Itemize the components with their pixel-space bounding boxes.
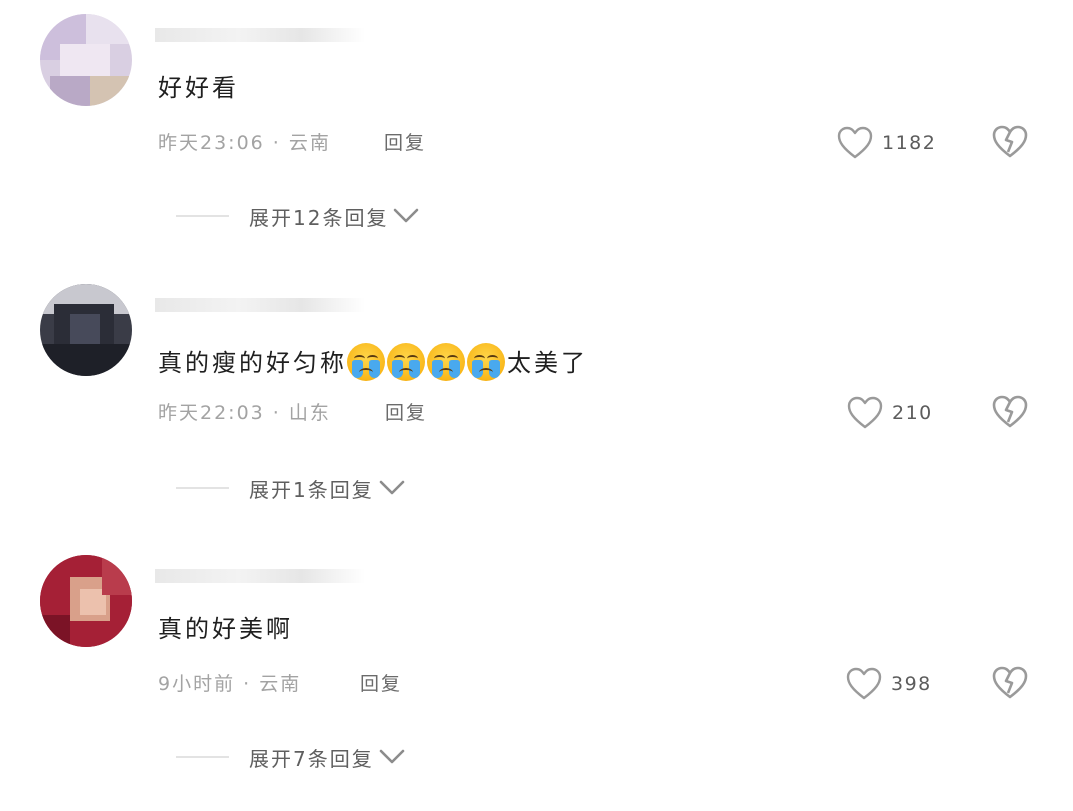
reply-button[interactable]: 回复 <box>360 672 402 696</box>
avatar[interactable] <box>40 555 132 647</box>
loudly-crying-face-icon <box>467 343 505 381</box>
divider <box>176 215 229 217</box>
comment-meta: 9小时前 · 云南 <box>158 673 302 695</box>
chevron-down-icon <box>394 208 419 223</box>
heart-outline-icon <box>837 126 873 159</box>
like-button[interactable]: 1182 <box>837 125 936 161</box>
comment-item: 好好看 昨天23:06 · 云南 回复 1182 展开12条回复 <box>0 0 1073 270</box>
comment-text: 真的好美啊 <box>158 615 293 643</box>
expand-label: 展开12条回复 <box>249 205 389 230</box>
avatar[interactable] <box>40 284 132 376</box>
heart-outline-icon <box>846 667 882 700</box>
username-blur <box>155 298 365 312</box>
loudly-crying-face-icon <box>427 343 465 381</box>
expand-label: 展开7条回复 <box>249 746 374 771</box>
reply-button[interactable]: 回复 <box>385 401 427 425</box>
chevron-down-icon <box>379 749 405 764</box>
comment-text: 好好看 <box>158 74 239 102</box>
username[interactable] <box>155 563 365 585</box>
username-blur <box>155 569 365 583</box>
heart-outline-icon <box>847 396 883 429</box>
like-count: 1182 <box>882 132 937 154</box>
loudly-crying-face-icon <box>387 343 425 381</box>
comment-meta: 昨天23:06 · 云南 <box>158 132 331 154</box>
avatar[interactable] <box>40 14 132 106</box>
chevron-down-icon <box>379 480 405 495</box>
expand-label: 展开1条回复 <box>249 477 374 502</box>
broken-heart-icon[interactable] <box>992 125 1028 159</box>
comment-meta: 昨天22:03 · 山东 <box>158 402 331 424</box>
broken-heart-icon[interactable] <box>992 395 1028 429</box>
like-button[interactable]: 398 <box>846 666 932 702</box>
divider <box>176 756 229 758</box>
loudly-crying-face-icon <box>347 343 385 381</box>
expand-replies-button[interactable]: 展开7条回复 <box>176 744 406 771</box>
comment-item: 真的瘦的好匀称 太美了 昨天22:03 · 山东 回复 210 展开1条回复 <box>0 270 1073 540</box>
username[interactable] <box>155 22 365 44</box>
reply-button[interactable]: 回复 <box>384 131 426 155</box>
expand-replies-button[interactable]: 展开1条回复 <box>176 475 406 502</box>
like-count: 210 <box>892 402 933 424</box>
divider <box>176 487 229 489</box>
username-blur <box>155 28 365 42</box>
comment-item: 真的好美啊 9小时前 · 云南 回复 398 展开7条回复 <box>0 541 1073 811</box>
comment-text-after: 太美了 <box>507 349 588 377</box>
broken-heart-icon[interactable] <box>992 666 1028 700</box>
comment-text-before: 真的瘦的好匀称 <box>158 349 347 377</box>
username[interactable] <box>155 292 365 314</box>
like-count: 398 <box>891 673 932 695</box>
expand-replies-button[interactable]: 展开12条回复 <box>176 203 420 230</box>
comment-text: 真的瘦的好匀称 太美了 <box>158 343 588 381</box>
like-button[interactable]: 210 <box>847 395 933 431</box>
